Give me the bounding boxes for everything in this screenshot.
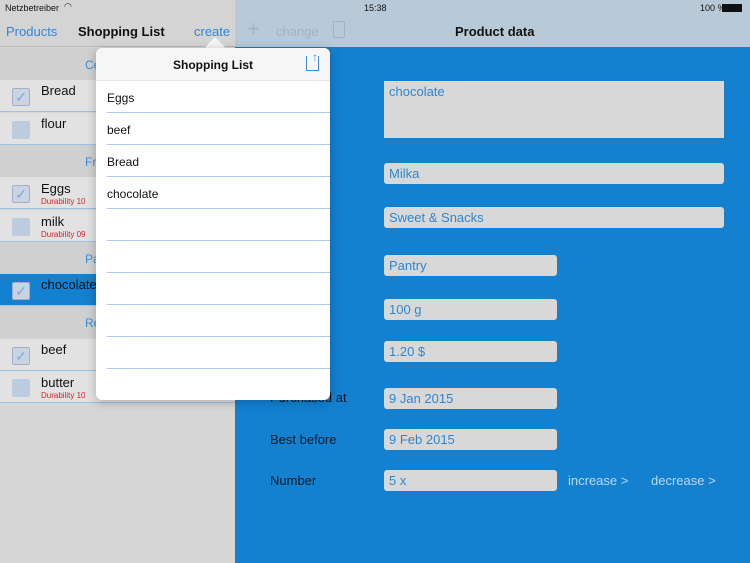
right-nav-title: Product data [455,24,535,39]
shopping-list-popover: Shopping List ↑ Eggs beef Bread chocolate [96,48,330,400]
create-button[interactable]: create [194,24,230,39]
amount-field[interactable]: 100 g [384,299,557,320]
item-name: flour [41,115,67,131]
popover-list-item[interactable] [107,273,330,305]
popover-list-item[interactable]: beef [107,113,330,145]
increase-button[interactable]: increase > [568,473,628,488]
popover-list-item[interactable] [107,241,330,273]
durability-text: Durability 10 [41,391,86,400]
checkbox[interactable]: ✓ [12,282,30,301]
left-nav-title: Shopping List [78,24,165,39]
popover-list-item[interactable] [107,369,330,400]
checkbox[interactable] [12,217,30,236]
item-name: Eggs [41,181,71,197]
share-arrow-icon: ↑ [312,50,318,64]
products-back-button[interactable]: Products [6,24,57,39]
clock: 15:38 [364,3,387,13]
brand-field[interactable]: Milka [384,163,724,184]
popover-title: Shopping List [173,58,253,72]
popover-list-item[interactable]: chocolate [107,177,330,209]
purchased-field[interactable]: 9 Jan 2015 [384,388,557,409]
price-field[interactable]: 1.20 $ [384,341,557,362]
checkbox[interactable]: ✓ [12,88,30,107]
number-label: Number [270,473,317,488]
category-field[interactable]: Sweet & Snacks [384,207,724,228]
battery-icon [722,4,742,12]
popover-list-item[interactable] [107,337,330,369]
popover-list-item[interactable]: Eggs [107,81,330,113]
durability-text: Durability 10 [41,197,86,207]
item-name: butter [41,375,75,390]
location-field[interactable]: Pantry [384,255,557,276]
popover-list-item[interactable] [107,305,330,337]
carrier: Netzbetreiber [5,3,60,13]
checkbox[interactable]: ✓ [12,346,30,365]
trash-icon[interactable] [333,21,345,38]
number-field[interactable]: 5 x [384,470,557,491]
wifi-icon: ◠ [64,1,72,11]
name-field[interactable]: chocolate [384,81,724,138]
item-name: chocolate [41,277,97,293]
plus-icon[interactable]: + [247,16,260,42]
durability-text: Durability 09 [41,229,86,239]
popover-list-item[interactable] [107,209,330,241]
status-bar: Netzbetreiber ◠ 15:38 100 % [0,0,750,15]
checkbox[interactable] [12,120,30,139]
checkbox[interactable]: ✓ [12,185,30,204]
item-name: Bread [41,83,76,99]
item-name: beef [41,341,67,357]
popover-list-item[interactable]: Bread [107,145,330,177]
best-before-field[interactable]: 9 Feb 2015 [384,429,557,450]
decrease-button[interactable]: decrease > [651,473,716,488]
best-before-label: Best before [270,432,337,447]
checkbox[interactable] [12,379,30,397]
change-button[interactable]: change [276,24,319,39]
item-name: milk [41,213,65,229]
popover-header: Shopping List ↑ [96,48,330,81]
